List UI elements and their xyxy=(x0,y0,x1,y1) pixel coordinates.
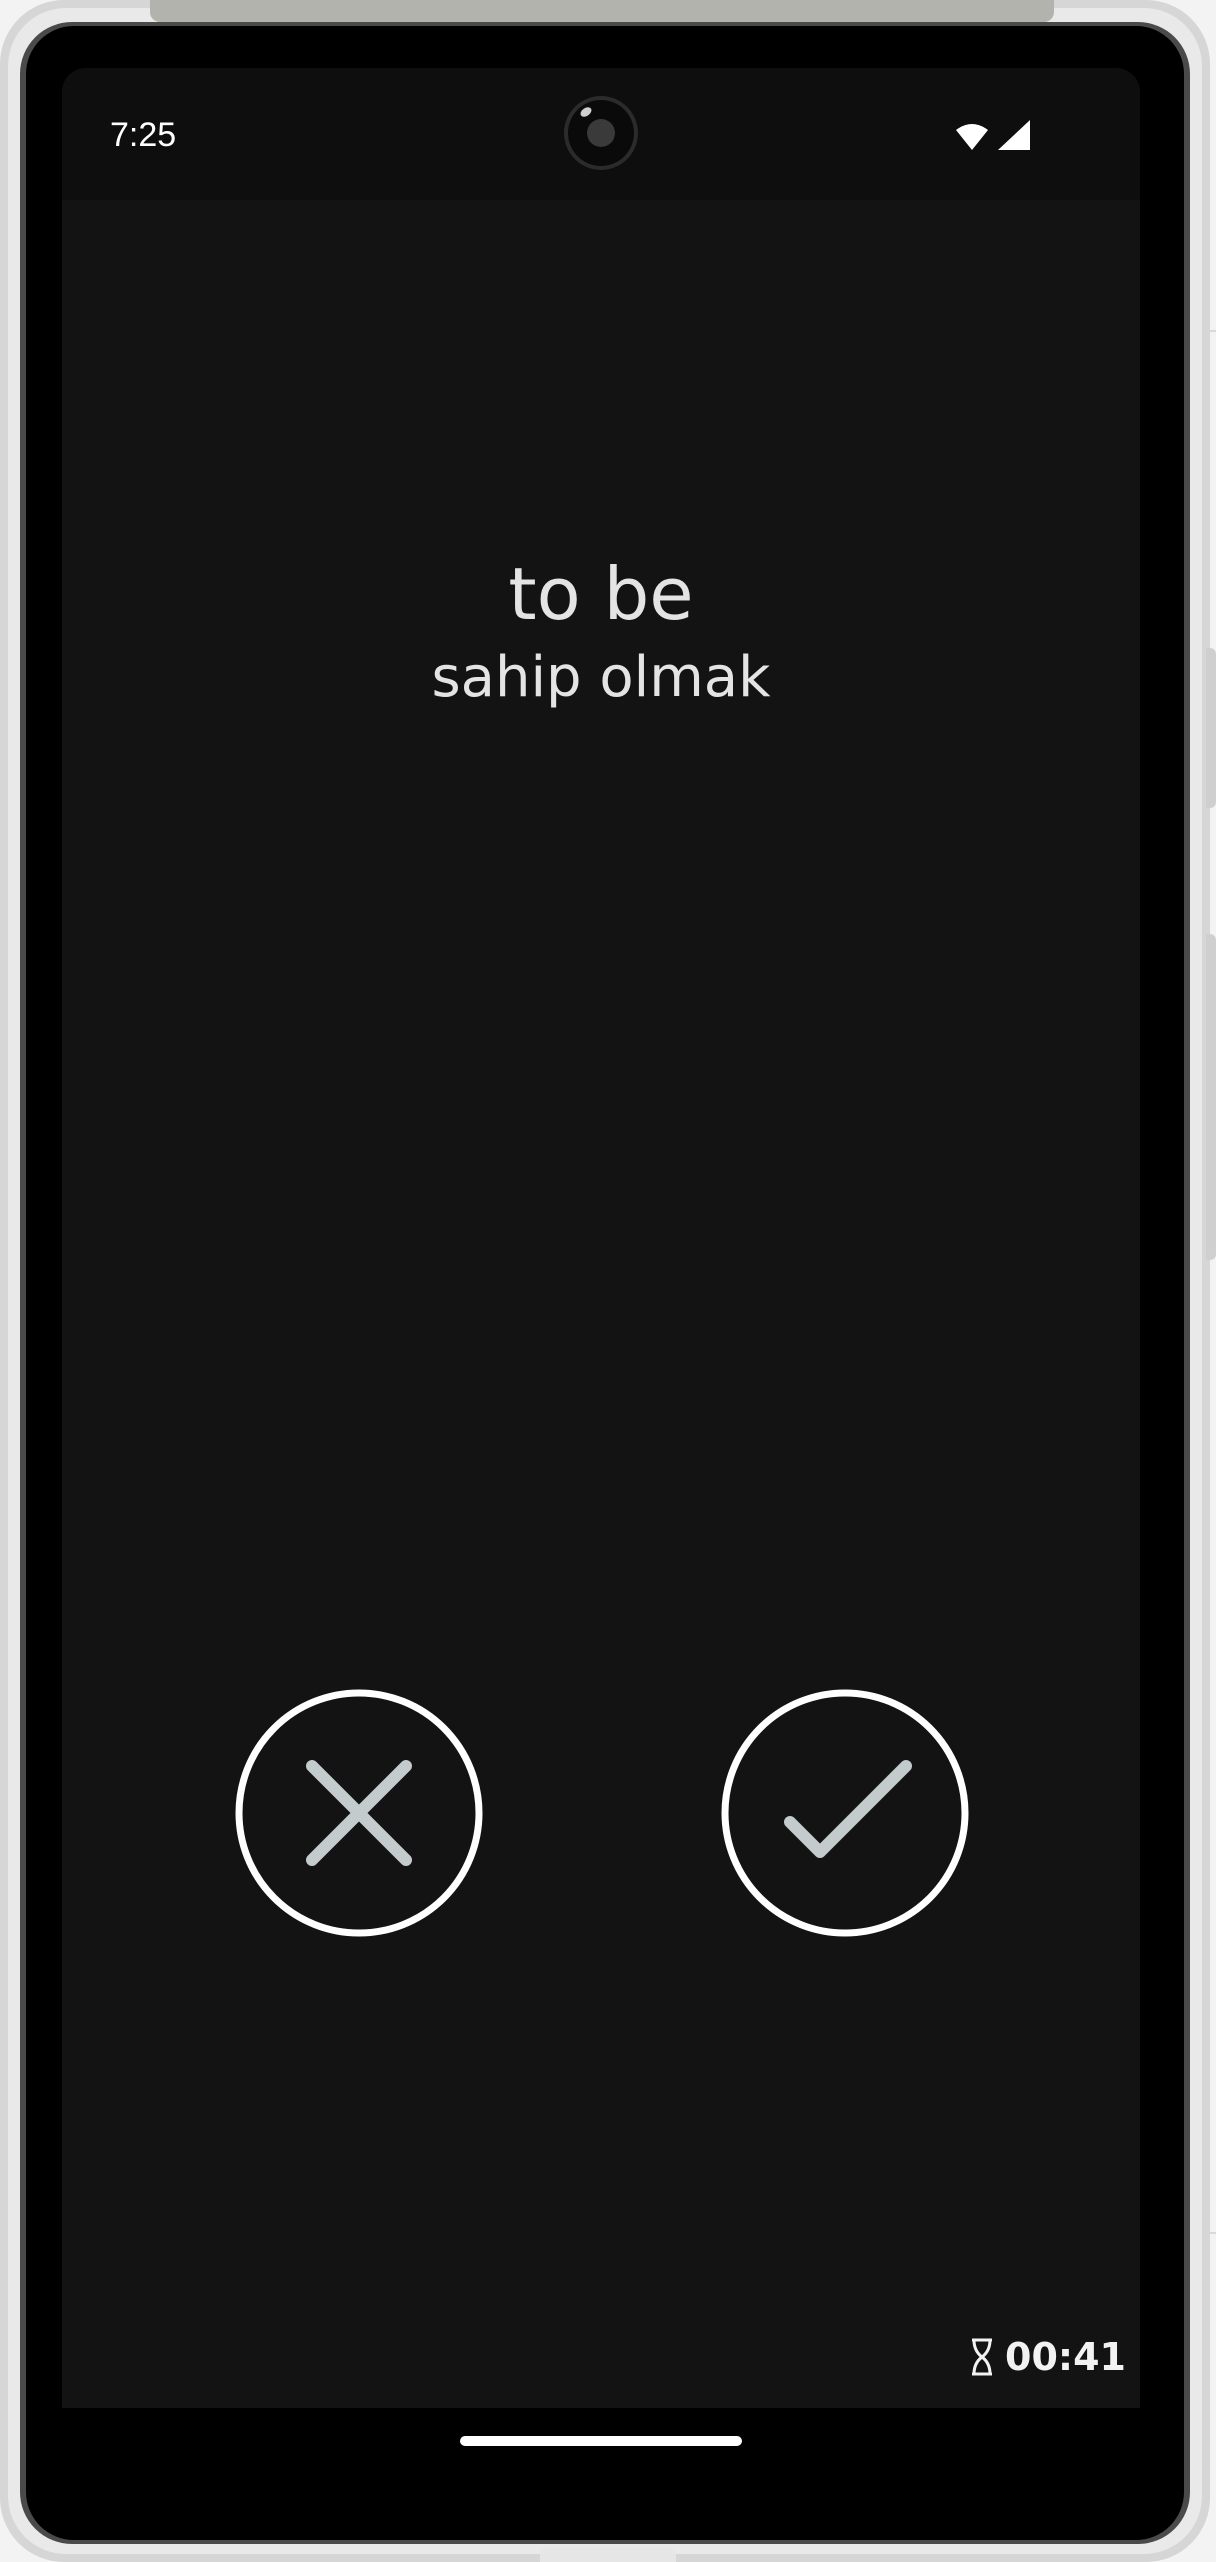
earpiece xyxy=(150,0,1054,22)
right-answer-button[interactable] xyxy=(720,1688,970,1938)
app-screen: 7:25 to be sahip olmak 00:41 xyxy=(62,68,1140,2468)
status-bar: 7:25 xyxy=(62,68,1140,200)
countdown-timer: 00:41 xyxy=(969,2332,1126,2382)
status-icons xyxy=(956,120,1030,150)
home-gesture-handle[interactable] xyxy=(460,2436,742,2446)
wrong-answer-button[interactable] xyxy=(234,1688,484,1938)
hourglass-icon xyxy=(972,2338,993,2376)
status-time: 7:25 xyxy=(110,116,177,154)
navigation-bar xyxy=(62,2408,1140,2468)
flashcard: to be sahip olmak xyxy=(62,546,1140,714)
bottom-port xyxy=(540,2548,676,2562)
timer-value: 00:41 xyxy=(1005,2335,1126,2379)
power-button xyxy=(1206,648,1216,808)
volume-button xyxy=(1206,934,1216,1260)
cellular-signal-icon xyxy=(998,120,1030,150)
wifi-icon xyxy=(956,124,988,150)
camera-glint xyxy=(578,105,594,119)
close-icon xyxy=(235,1689,483,1937)
front-camera xyxy=(568,100,634,166)
flashcard-translation: sahip olmak xyxy=(431,645,771,710)
flashcard-word: to be xyxy=(508,552,694,636)
device-frame: 7:25 to be sahip olmak 00:41 xyxy=(0,0,1216,2562)
camera-lens xyxy=(587,119,615,147)
check-icon xyxy=(721,1689,969,1937)
